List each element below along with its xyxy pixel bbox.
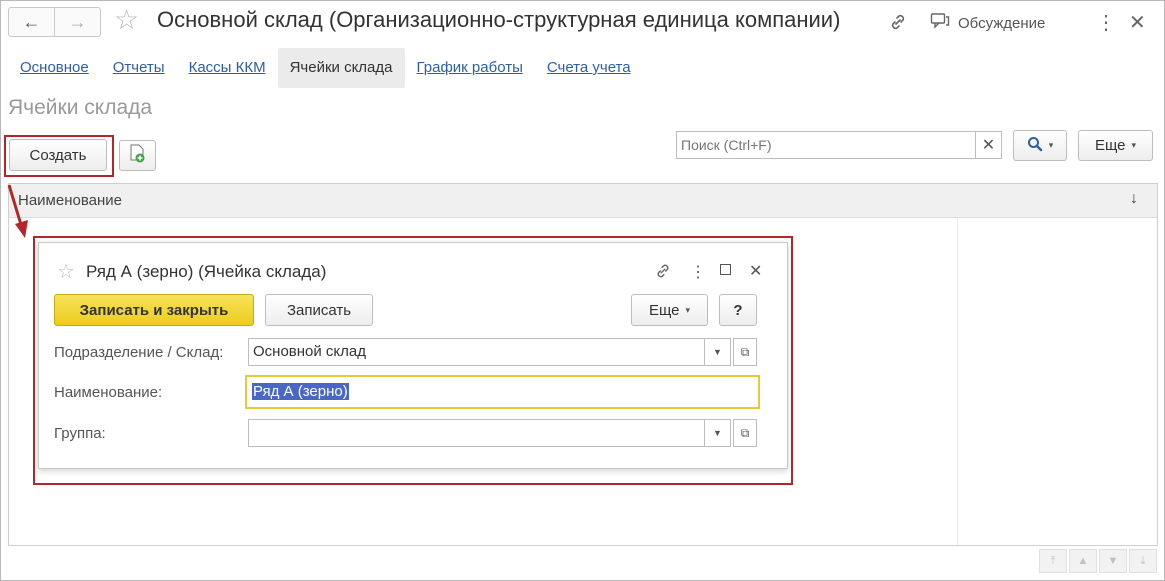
dialog-more-button[interactable]: Еще ▾ — [631, 294, 708, 326]
dialog-title: Ряд А (зерно) (Ячейка склада) — [86, 262, 327, 281]
discussion-label: Обсуждение — [958, 14, 1046, 32]
search-button[interactable]: ▾ — [1013, 130, 1067, 161]
tab-bar: Основное Отчеты Кассы ККМ Ячейки склада … — [8, 48, 643, 88]
chevron-down-icon: ▾ — [685, 304, 691, 315]
department-field[interactable]: Основной склад — [248, 338, 705, 366]
list-side-panel — [957, 218, 1158, 545]
chevron-down-icon[interactable]: ▼ — [705, 338, 731, 366]
tab-reports[interactable]: Отчеты — [101, 48, 177, 88]
save-button[interactable]: Записать — [265, 294, 373, 326]
create-button[interactable]: Создать — [9, 139, 107, 171]
tab-warehouse-cells[interactable]: Ячейки склада — [277, 48, 405, 88]
dialog-more-vertical-icon[interactable]: ⋮ — [690, 262, 706, 282]
tab-work-schedule[interactable]: График работы — [405, 48, 535, 88]
name-field[interactable]: Ряд А (зерно) — [245, 375, 760, 409]
chevron-down-icon[interactable]: ▼ — [705, 419, 731, 447]
search-icon — [1027, 136, 1043, 156]
dialog-link-icon[interactable] — [654, 262, 672, 285]
close-icon[interactable]: ✕ — [1129, 10, 1146, 35]
sort-indicator[interactable]: ↓ — [1130, 190, 1138, 208]
navigation-buttons: ← → — [8, 7, 101, 37]
more-vertical-icon[interactable]: ⋮ — [1096, 10, 1116, 35]
chevron-down-icon: ▾ — [1048, 140, 1054, 150]
scroll-top-icon[interactable]: ⤒ — [1039, 549, 1067, 573]
link-icon[interactable] — [888, 12, 908, 37]
name-label: Наименование: — [54, 384, 163, 401]
scroll-bottom-icon[interactable]: ⤓ — [1129, 549, 1157, 573]
more-label: Еще — [1094, 137, 1126, 154]
tab-cash-registers[interactable]: Кассы ККМ — [177, 48, 278, 88]
save-and-close-button[interactable]: Записать и закрыть — [54, 294, 254, 326]
discussion-icon — [930, 12, 950, 34]
dialog-favorite-star-icon[interactable]: ☆ — [57, 262, 75, 282]
group-field[interactable] — [248, 419, 705, 447]
scroll-down-icon[interactable]: ▼ — [1099, 549, 1127, 573]
section-title: Ячейки склада — [8, 96, 153, 119]
maximize-icon[interactable] — [720, 264, 731, 275]
more-button[interactable]: Еще ▾ — [1078, 130, 1153, 161]
tab-main[interactable]: Основное — [8, 48, 101, 88]
search-input[interactable] — [676, 131, 976, 159]
tab-accounts[interactable]: Счета учета — [535, 48, 643, 88]
open-item-icon[interactable]: ⧉ — [733, 338, 757, 366]
forward-arrow-icon[interactable]: → — [54, 8, 100, 36]
department-label: Подразделение / Склад: — [54, 344, 224, 361]
chevron-down-icon: ▾ — [1131, 140, 1137, 150]
scroll-up-icon[interactable]: ▲ — [1069, 549, 1097, 573]
group-label: Группа: — [54, 425, 106, 442]
window-title: Основной склад (Организационно-структурн… — [157, 7, 841, 32]
clear-search-icon[interactable]: ✕ — [975, 131, 1002, 159]
dialog-more-label: Еще — [648, 301, 680, 319]
discussion-button[interactable]: Обсуждение — [930, 12, 1045, 34]
dialog-close-icon[interactable]: ✕ — [749, 261, 762, 281]
list-scroll-buttons: ⤒ ▲ ▼ ⤓ — [1039, 549, 1157, 573]
copy-document-button[interactable] — [119, 140, 156, 171]
back-arrow-icon[interactable]: ← — [9, 8, 54, 36]
favorite-star-icon[interactable]: ☆ — [114, 6, 139, 34]
name-value: Ряд А (зерно) — [252, 383, 349, 400]
open-item-icon[interactable]: ⧉ — [733, 419, 757, 447]
add-document-icon — [129, 144, 147, 168]
help-button[interactable]: ? — [719, 294, 757, 326]
list-header — [9, 184, 1157, 218]
